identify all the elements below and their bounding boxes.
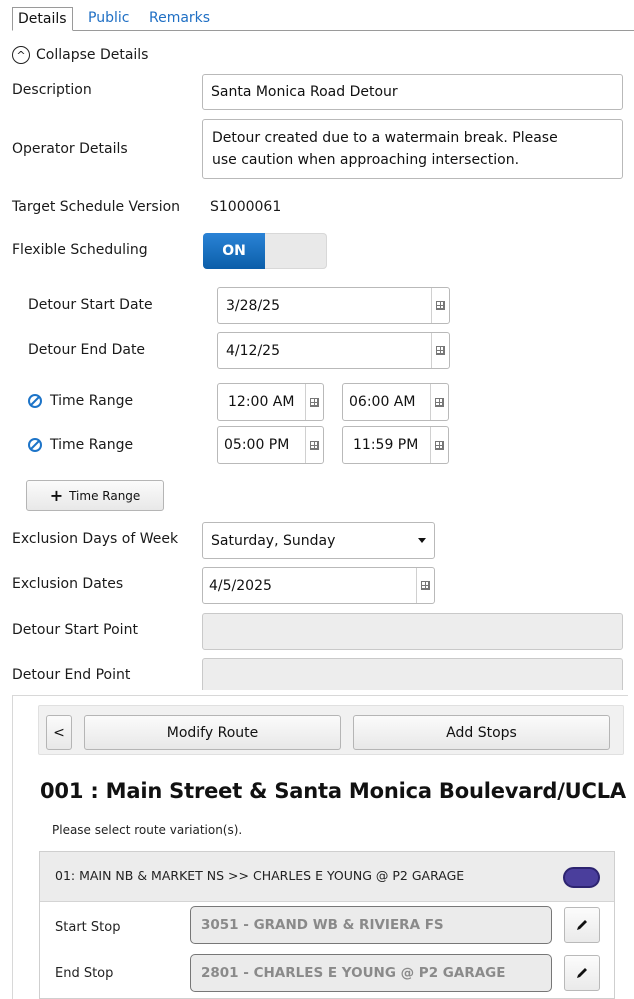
tab-public[interactable]: Public [83, 7, 134, 31]
remove-time-range-icon[interactable] [28, 394, 42, 408]
add-time-range-button[interactable]: + Time Range [26, 480, 164, 511]
add-time-range-label: Time Range [69, 488, 141, 503]
route-title: 001 : Main Street & Santa Monica Bouleva… [40, 779, 626, 803]
operator-details-line-1: Detour created due to a watermain break.… [212, 130, 558, 146]
edit-start-stop-button[interactable] [564, 907, 600, 943]
start-stop-label: Start Stop [55, 920, 121, 935]
clock-picker-icon[interactable] [305, 427, 323, 463]
detour-end-point-input[interactable] [202, 658, 623, 690]
clock-picker-icon[interactable] [430, 427, 448, 463]
time-range-2-to-picker[interactable]: 11:59 PM [342, 426, 449, 464]
plus-icon: + [49, 485, 64, 505]
tab-remarks[interactable]: Remarks [144, 7, 215, 31]
time-range-1-from-picker[interactable]: 12:00 AM [217, 383, 324, 421]
start-stop-field[interactable]: 3051 - GRAND WB & RIVIERA FS [190, 906, 552, 944]
time-range-1-to-picker[interactable]: 06:00 AM [342, 383, 449, 421]
description-label: Description [12, 82, 92, 98]
time-range-label: Time Range [50, 437, 134, 453]
route-variation-label: 01: MAIN NB & MARKET NS >> CHARLES E YOU… [55, 868, 465, 883]
dropdown-caret-icon [418, 538, 426, 543]
exclusion-dates-picker[interactable]: 4/5/2025 [202, 567, 435, 604]
start-date-label: Detour Start Date [28, 297, 153, 313]
calendar-icon[interactable] [431, 288, 449, 323]
exclusion-days-select[interactable]: Saturday, Sunday [202, 522, 435, 559]
tab-details[interactable]: Details [12, 7, 73, 31]
time-range-1-to-value: 06:00 AM [349, 394, 416, 410]
description-input[interactable]: Santa Monica Road Detour [202, 74, 623, 110]
calendar-icon[interactable] [416, 568, 434, 603]
exclusion-dates-value: 4/5/2025 [209, 577, 272, 594]
modify-route-button[interactable]: Modify Route [84, 715, 341, 750]
operator-details-label: Operator Details [12, 141, 128, 157]
schedule-version-label: Target Schedule Version [12, 199, 181, 215]
operator-details-textarea[interactable]: Detour created due to a watermain break.… [202, 119, 623, 179]
clock-picker-icon[interactable] [305, 384, 323, 420]
remove-time-range-icon[interactable] [28, 438, 42, 452]
schedule-version-value: S1000061 [210, 199, 282, 215]
time-range-label: Time Range [50, 393, 134, 409]
end-date-value: 4/12/25 [226, 342, 280, 359]
exclusion-days-label: Exclusion Days of Week [12, 531, 179, 547]
start-date-value: 3/28/25 [226, 297, 280, 314]
toggle-on-label: ON [203, 233, 265, 269]
end-date-label: Detour End Date [28, 342, 146, 358]
detour-start-point-label: Detour Start Point [12, 622, 138, 638]
time-range-row-2: Time Range [28, 437, 133, 453]
time-range-1-from-value: 12:00 AM [228, 394, 295, 410]
end-date-picker[interactable]: 4/12/25 [217, 332, 450, 369]
collapse-details-label: Collapse Details [36, 47, 149, 63]
time-range-2-to-value: 11:59 PM [353, 437, 419, 453]
pencil-icon [577, 968, 587, 978]
calendar-icon[interactable] [431, 333, 449, 368]
start-date-picker[interactable]: 3/28/25 [217, 287, 450, 324]
route-variation-color-toggle[interactable] [563, 867, 600, 888]
end-stop-field[interactable]: 2801 - CHARLES E YOUNG @ P2 GARAGE [190, 954, 552, 992]
end-stop-label: End Stop [55, 966, 114, 981]
back-button[interactable]: < [46, 715, 72, 750]
clock-picker-icon[interactable] [430, 384, 448, 420]
route-variation-hint: Please select route variation(s). [52, 823, 243, 837]
time-range-2-from-picker[interactable]: 05:00 PM [217, 426, 324, 464]
detour-end-point-label: Detour End Point [12, 667, 131, 683]
detour-start-point-input[interactable] [202, 613, 623, 650]
flexible-scheduling-label: Flexible Scheduling [12, 242, 148, 258]
flexible-scheduling-toggle[interactable]: ON [203, 233, 327, 269]
collapse-details-toggle[interactable]: ^ Collapse Details [12, 44, 148, 66]
add-stops-button[interactable]: Add Stops [353, 715, 610, 750]
chevron-up-icon: ^ [12, 46, 30, 64]
time-range-2-from-value: 05:00 PM [224, 437, 290, 453]
edit-end-stop-button[interactable] [564, 955, 600, 991]
exclusion-dates-label: Exclusion Dates [12, 576, 124, 592]
operator-details-line-2: use caution when approaching intersectio… [212, 152, 520, 168]
pencil-icon [577, 920, 587, 930]
tab-bar: Details Public Remarks [12, 7, 634, 31]
exclusion-days-value: Saturday, Sunday [211, 532, 336, 549]
time-range-row-1: Time Range [28, 393, 133, 409]
